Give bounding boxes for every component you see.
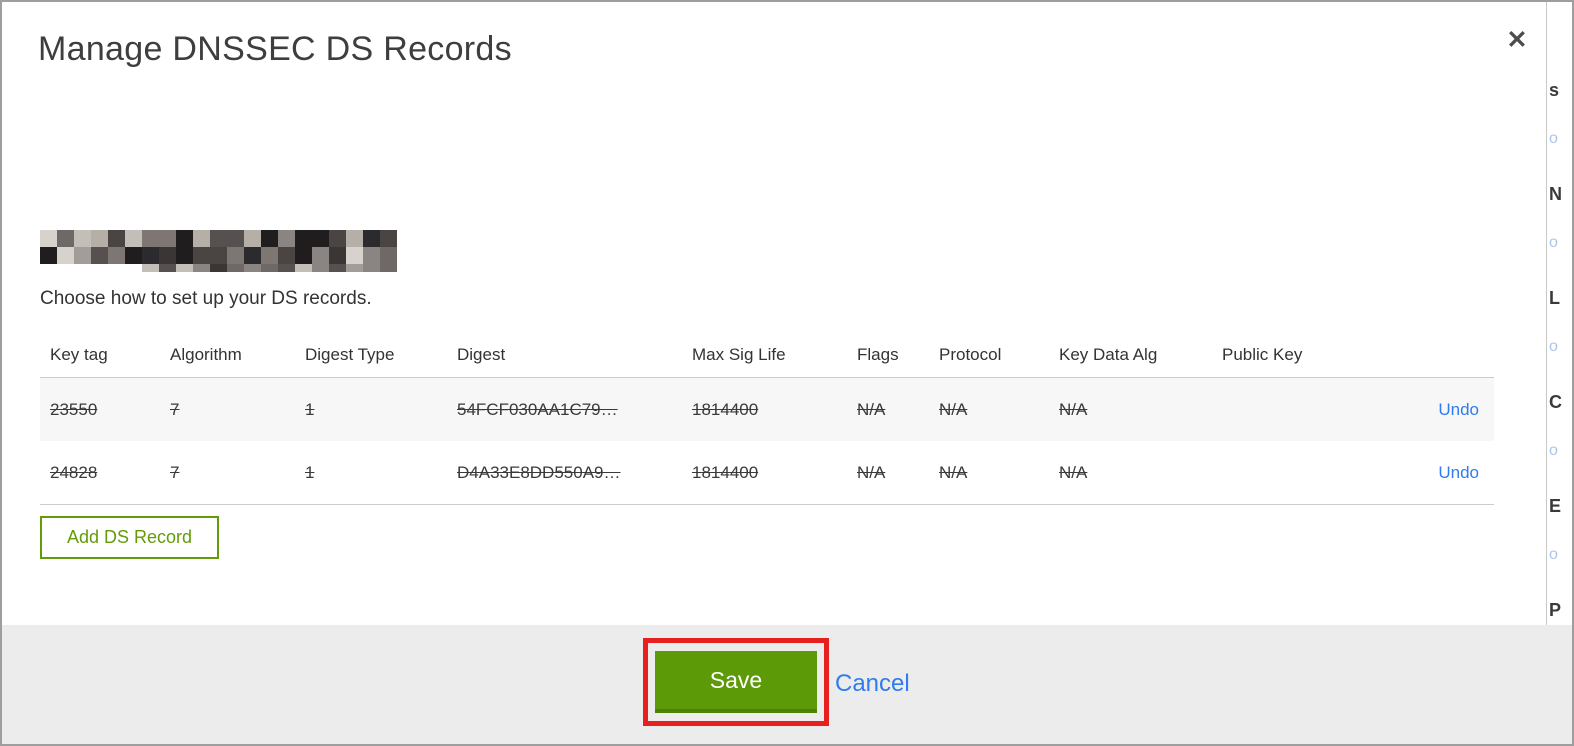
save-button[interactable]: Save	[655, 651, 817, 713]
protocol-cell: N/A	[939, 462, 968, 482]
redacted-domain-name-fragment	[142, 264, 397, 272]
manage-dnssec-ds-records-dialog: Manage DNSSEC DS Records ✕ Choose how to…	[0, 0, 1574, 746]
cancel-link[interactable]: Cancel	[835, 670, 910, 698]
flags-cell: N/A	[857, 399, 886, 419]
page-title: Manage DNSSEC DS Records	[38, 30, 512, 68]
column-header-protocol: Protocol	[939, 344, 1002, 364]
column-header-digest-type: Digest Type	[305, 344, 395, 364]
digest-cell: D4A33E8DD550A9…	[457, 462, 621, 482]
annotation-highlight-box: Save	[643, 638, 829, 726]
column-header-key-data-alg: Key Data Alg	[1059, 344, 1158, 364]
digest-type-cell: 1	[305, 399, 315, 419]
table-row: 24828 7 1 D4A33E8DD550A9… 1814400 N/A N/…	[40, 441, 1494, 504]
column-header-digest: Digest	[457, 344, 506, 364]
dialog-footer: Save Cancel	[2, 625, 1572, 744]
key-tag-cell: 23550	[50, 399, 98, 419]
column-header-algorithm: Algorithm	[170, 344, 242, 364]
digest-cell: 54FCF030AA1C79…	[457, 399, 618, 419]
close-icon[interactable]: ✕	[1499, 22, 1535, 58]
setup-instruction-text: Choose how to set up your DS records.	[40, 288, 372, 309]
ds-records-table: Key tag Algorithm Digest Type Digest Max…	[40, 332, 1494, 505]
undo-link[interactable]: Undo	[1438, 400, 1479, 419]
max-sig-life-cell: 1814400	[692, 399, 759, 419]
algorithm-cell: 7	[170, 462, 180, 482]
flags-cell: N/A	[857, 462, 886, 482]
column-header-flags: Flags	[857, 344, 899, 364]
add-ds-record-button[interactable]: Add DS Record	[40, 516, 220, 559]
undo-link[interactable]: Undo	[1438, 463, 1479, 482]
table-row: 23550 7 1 54FCF030AA1C79… 1814400 N/A N/…	[40, 378, 1494, 441]
column-header-public-key: Public Key	[1222, 344, 1303, 364]
digest-type-cell: 1	[305, 462, 315, 482]
background-page-edge: sNLCEPooooo	[1546, 2, 1572, 625]
column-header-max-sig-life: Max Sig Life	[692, 344, 786, 364]
redacted-domain-name	[40, 230, 397, 264]
key-tag-cell: 24828	[50, 462, 98, 482]
table-body: 23550 7 1 54FCF030AA1C79… 1814400 N/A N/…	[40, 377, 1494, 505]
algorithm-cell: 7	[170, 399, 180, 419]
key-data-alg-cell: N/A	[1059, 399, 1088, 419]
table-header-row: Key tag Algorithm Digest Type Digest Max…	[40, 332, 1494, 377]
column-header-key-tag: Key tag	[50, 344, 108, 364]
max-sig-life-cell: 1814400	[692, 462, 759, 482]
protocol-cell: N/A	[939, 399, 968, 419]
key-data-alg-cell: N/A	[1059, 462, 1088, 482]
